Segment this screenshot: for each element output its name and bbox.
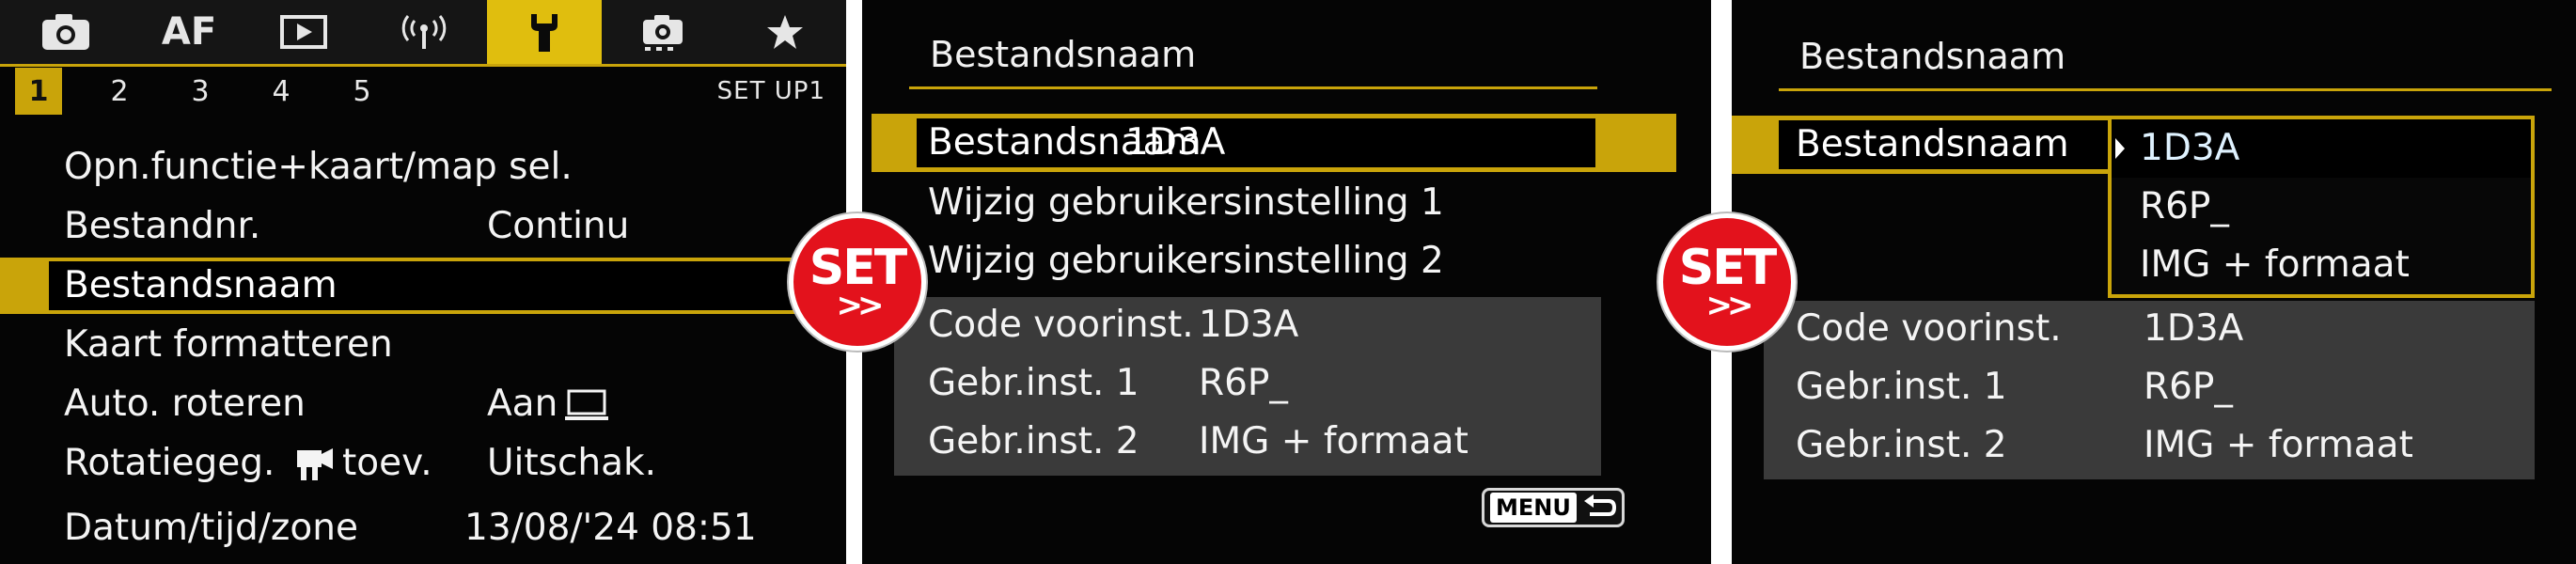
menu-item-value: Aan: [487, 383, 558, 425]
menu-item-card-function[interactable]: Opn.functie+kaart/map sel.: [0, 139, 846, 196]
row-file-name[interactable]: Bestandsnaam 1D3A: [872, 114, 1676, 172]
info-row: Code voorinst. 1D3A: [1764, 301, 2535, 357]
dropdown-option-img-format[interactable]: IMG + formaat: [2112, 236, 2531, 294]
menu-item-label: Kaart formatteren: [64, 323, 393, 366]
set-button-badge: SET >>: [789, 213, 926, 351]
option-label: Wijzig gebruikersinstelling 2: [928, 240, 1444, 282]
file-name-dropdown[interactable]: 1D3A R6P_ IMG + formaat: [2108, 116, 2535, 298]
tab-af[interactable]: AF: [132, 0, 246, 64]
row-file-name[interactable]: Bestandsnaam: [1732, 116, 2108, 174]
file-name-dropdown-screen: Bestandsnaam Bestandsnaam Code voorinst.…: [1732, 0, 2576, 564]
playback-icon: [280, 15, 327, 49]
info-panel: Code voorinst. 1D3A Gebr.inst. 1 R6P_ Ge…: [894, 297, 1601, 476]
tab-shooting[interactable]: [0, 0, 132, 64]
caret-right-icon: [2115, 138, 2125, 159]
setup-menu-screen: AF 1 2 3 4 5 SET UP1 Opn.functie+kaart/m…: [0, 0, 846, 564]
info-value: R6P_: [2144, 366, 2233, 408]
tab-my-menu[interactable]: [724, 0, 846, 64]
menu-back-button[interactable]: MENU: [1482, 488, 1625, 527]
star-icon: [767, 15, 803, 49]
tab-underline: [0, 64, 846, 67]
tab-wireless[interactable]: [361, 0, 487, 64]
info-panel: Code voorinst. 1D3A Gebr.inst. 1 R6P_ Ge…: [1764, 301, 2535, 479]
double-arrow-icon: >>: [836, 287, 885, 324]
af-icon: AF: [161, 10, 217, 54]
set-badge-text: SET: [1678, 240, 1777, 296]
menu-item-add-rotate-info[interactable]: Rotatiegeg. toev. Uitschak.: [0, 435, 846, 492]
row-label: Bestandsnaam: [1796, 123, 2069, 165]
set-button-badge: SET >>: [1658, 213, 1796, 351]
info-label: Gebr.inst. 1: [928, 362, 1139, 404]
menu-button-label: MENU: [1490, 493, 1577, 523]
info-value: IMG + formaat: [2144, 424, 2413, 466]
info-row: Gebr.inst. 1 R6P_: [1764, 359, 2535, 415]
dropdown-option-1d3a[interactable]: 1D3A: [2112, 119, 2531, 178]
menu-item-file-name[interactable]: Bestandsnaam: [0, 258, 846, 314]
subtab-1[interactable]: 1: [15, 68, 62, 115]
subtab-4[interactable]: 4: [258, 68, 305, 115]
monitor-icon: [565, 389, 608, 420]
info-row: Code voorinst. 1D3A: [894, 297, 1601, 353]
camera-icon: [42, 14, 89, 50]
menu-item-value: Continu: [487, 205, 630, 247]
page-title: Bestandsnaam: [1799, 36, 2066, 77]
dropdown-option-label: IMG + formaat: [2140, 243, 2410, 286]
info-label: Gebr.inst. 2: [928, 420, 1139, 462]
info-value: R6P_: [1199, 362, 1288, 404]
tab-custom-functions[interactable]: [602, 0, 724, 64]
info-label: Code voorinst.: [1796, 307, 2062, 350]
title-underline: [909, 86, 1597, 89]
menu-item-format-card[interactable]: Kaart formatteren: [0, 317, 846, 373]
return-arrow-icon: [1583, 494, 1616, 516]
menu-item-value: 13/08/'24 08:51: [464, 507, 757, 549]
double-arrow-icon: >>: [1705, 287, 1754, 324]
dropdown-option-r6p[interactable]: R6P_: [2112, 178, 2531, 236]
info-label: Gebr.inst. 2: [1796, 424, 2007, 466]
menu-item-label-suffix: toev.: [342, 442, 432, 484]
title-underline: [1779, 88, 2552, 91]
subtab-3[interactable]: 3: [177, 68, 224, 115]
dropdown-option-label: R6P_: [2140, 185, 2229, 227]
info-label: Gebr.inst. 1: [1796, 366, 2007, 408]
set-badge-text: SET: [809, 240, 907, 296]
info-value: 1D3A: [1199, 304, 1299, 346]
menu-item-label: Bestandsnaam: [64, 264, 338, 306]
info-row: Gebr.inst. 2 IMG + formaat: [1764, 417, 2535, 474]
wrench-icon: [531, 14, 558, 52]
movie-camera-icon: [297, 448, 333, 480]
option-change-user-setting-2[interactable]: Wijzig gebruikersinstelling 2: [862, 233, 1689, 290]
info-row: Gebr.inst. 2 IMG + formaat: [894, 414, 1601, 470]
wireless-icon: [401, 15, 447, 49]
subtab-2[interactable]: 2: [96, 68, 143, 115]
info-value: IMG + formaat: [1199, 420, 1469, 462]
menu-item-label: Auto. roteren: [64, 383, 306, 425]
option-change-user-setting-1[interactable]: Wijzig gebruikersinstelling 1: [862, 175, 1689, 231]
menu-item-file-numbering[interactable]: Bestandnr. Continu: [0, 198, 846, 255]
tab-setup[interactable]: [487, 0, 602, 64]
menu-item-label: Datum/tijd/zone: [64, 507, 358, 549]
file-name-screen: Bestandsnaam Bestandsnaam 1D3A Wijzig ge…: [862, 0, 1711, 564]
info-label: Code voorinst.: [928, 304, 1194, 346]
menu-item-date-time[interactable]: Datum/tijd/zone 13/08/'24 08:51: [0, 500, 846, 556]
custom-camera-icon: [643, 15, 683, 51]
menu-item-label: Opn.functie+kaart/map sel.: [64, 146, 573, 188]
dropdown-option-label: 1D3A: [2140, 127, 2240, 169]
tab-playback[interactable]: [246, 0, 361, 64]
setup-page-label: SET UP1: [716, 77, 825, 105]
page-title: Bestandsnaam: [930, 34, 1197, 75]
info-row: Gebr.inst. 1 R6P_: [894, 355, 1601, 412]
row-value: 1D3A: [1125, 121, 1226, 164]
menu-item-label: Bestandnr.: [64, 205, 261, 247]
option-label: Wijzig gebruikersinstelling 1: [928, 181, 1444, 224]
menu-item-auto-rotate[interactable]: Auto. roteren Aan: [0, 376, 846, 432]
menu-item-value: Uitschak.: [487, 442, 657, 484]
subtab-5[interactable]: 5: [338, 68, 385, 115]
info-value: 1D3A: [2144, 307, 2244, 350]
menu-item-label: Rotatiegeg.: [64, 442, 275, 484]
